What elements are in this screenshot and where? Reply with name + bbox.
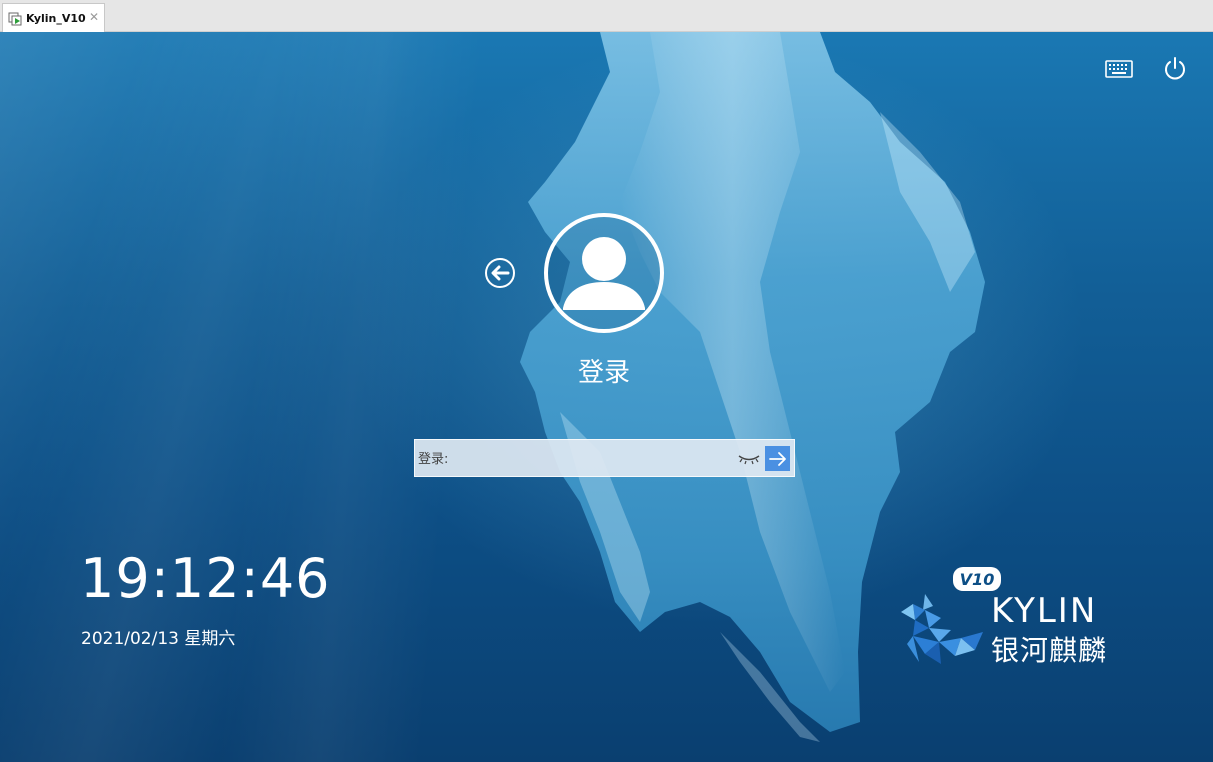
- clock-date: 2021/02/13 星期六: [81, 629, 236, 649]
- kylin-logo: V10 KYLIN 银河麒麟: [895, 567, 1125, 667]
- power-button[interactable]: [1161, 55, 1189, 83]
- toggle-visibility-button[interactable]: [737, 449, 761, 467]
- close-icon[interactable]: ✕: [89, 11, 99, 23]
- keyboard-button[interactable]: [1104, 56, 1134, 82]
- power-icon: [1165, 57, 1185, 80]
- brand-chinese-name: 银河麒麟: [991, 634, 1108, 667]
- vm-tab-label: Kylin_V10: [26, 11, 86, 25]
- version-badge: V10: [953, 567, 1001, 591]
- password-input[interactable]: [415, 440, 740, 478]
- keyboard-icon: [1105, 60, 1133, 78]
- login-background: 登录 19:12:46 2021/02/13 星期六 V10 KYLIN 银河麒…: [0, 32, 1213, 762]
- password-field[interactable]: [414, 439, 795, 478]
- login-submit-button[interactable]: [765, 446, 790, 471]
- screen: Kylin_V10 ✕ 登录 19:12:46 2021/02/13 星期六 V…: [0, 0, 1213, 762]
- kylin-mark-icon: [901, 594, 983, 664]
- vm-play-icon: [8, 11, 22, 26]
- vm-tab[interactable]: Kylin_V10 ✕: [2, 3, 105, 32]
- vm-tab-bar: Kylin_V10 ✕: [0, 0, 1213, 32]
- username-label: 登录: [577, 358, 630, 388]
- arrow-right-icon: [768, 451, 786, 466]
- brand-wordmark: KYLIN: [991, 591, 1098, 631]
- eye-closed-icon: [738, 455, 760, 465]
- back-button[interactable]: [484, 257, 516, 289]
- user-avatar-icon: [544, 213, 664, 333]
- back-arrow-icon: [485, 258, 515, 288]
- clock-time: 19:12:46: [80, 547, 331, 610]
- user-avatar[interactable]: [543, 212, 665, 334]
